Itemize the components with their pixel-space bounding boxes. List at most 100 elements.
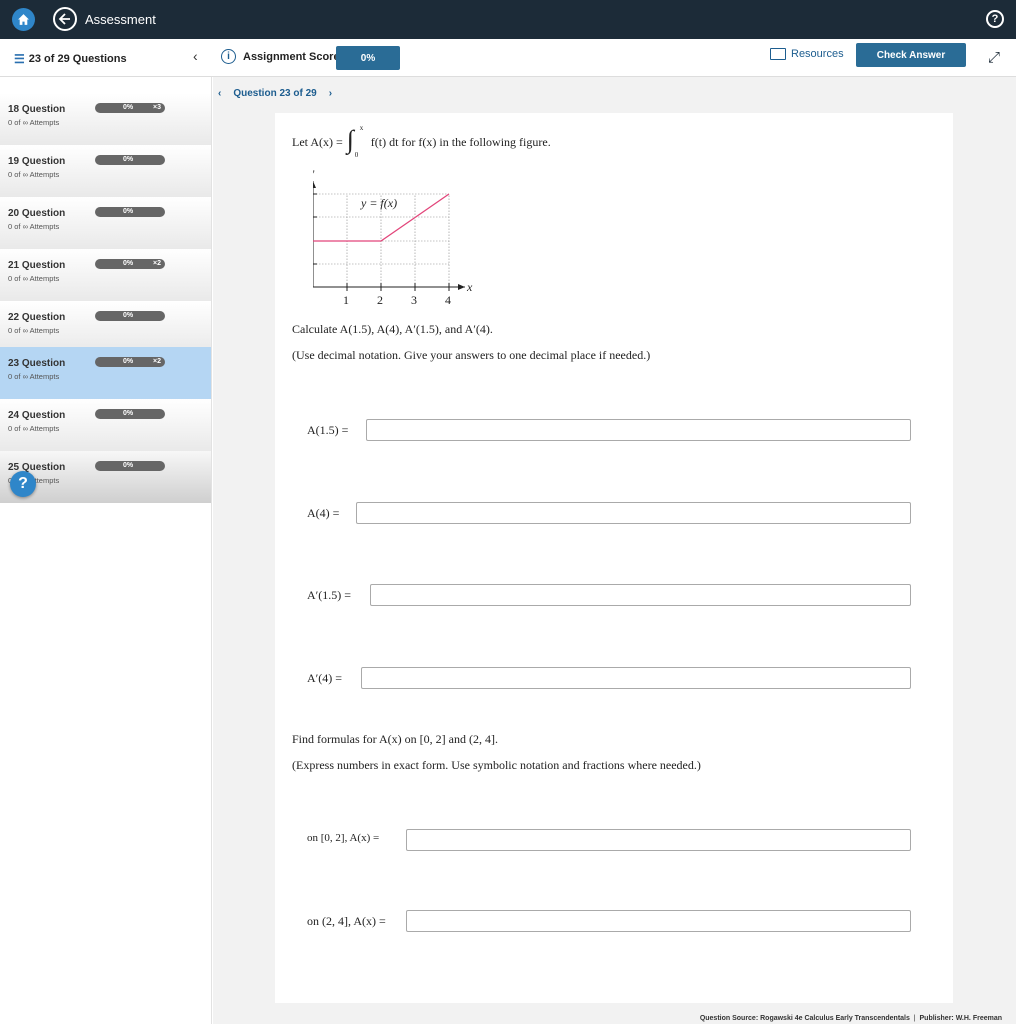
intro-suffix: f(t) dt for f(x) in the following figure…: [370, 134, 551, 149]
progress-percent: 0%: [123, 208, 134, 215]
progress-badge: 0%: [95, 155, 165, 165]
x-tick-label: 3: [411, 293, 417, 307]
home-icon: [18, 14, 29, 25]
formula-input-2-4[interactable]: [406, 910, 911, 932]
function-graph: 1 2 3 4 1 2 3 4 y x y = f(x): [313, 165, 473, 307]
home-button[interactable]: [12, 8, 35, 31]
x-tick-label: 1: [343, 293, 349, 307]
calculate-note: (Use decimal notation. Give your answers…: [292, 348, 651, 362]
question-attempts: 0 of ∞ Attempts: [8, 372, 60, 381]
question-intro: Let A(x) = ∫ x 0 f(t) dt for f(x) in the…: [292, 124, 551, 159]
arrow-left-icon: [58, 13, 70, 25]
question-name: 18 Question: [8, 104, 66, 115]
question-name: 20 Question: [8, 208, 66, 219]
next-question-icon[interactable]: ›: [329, 88, 332, 99]
resources-label: Resources: [791, 48, 844, 60]
question-attempts: 0 of ∞ Attempts: [8, 326, 60, 335]
score-label: Assignment Score:: [243, 51, 344, 63]
multiplier: ×3: [153, 104, 161, 111]
question-attempts: 0 of ∞ Attempts: [8, 274, 60, 283]
question-item-active[interactable]: 23 Question 0 of ∞ Attempts 0% ×2: [0, 347, 211, 399]
assignment-toolbar: ☰ 23 of 29 Questions ‹ i Assignment Scor…: [0, 39, 1016, 77]
integral-upper: x: [359, 124, 364, 132]
calculate-instruction: Calculate A(1.5), A(4), A′(1.5), and A′(…: [292, 322, 493, 336]
source-label: Question Source:: [699, 1015, 759, 1022]
answer-label-aprime1-5: A′(1.5) =: [307, 588, 352, 602]
question-item[interactable]: 24 Question 0 of ∞ Attempts 0%: [0, 399, 211, 451]
resources-button[interactable]: Resources: [770, 48, 844, 60]
progress-percent: 0%: [123, 312, 134, 319]
help-icon[interactable]: ?: [986, 10, 1004, 28]
app-title: Assessment: [85, 12, 156, 27]
y-axis-label: y: [313, 165, 315, 179]
x-axis-arrow: [458, 284, 465, 290]
folder-icon: [770, 48, 786, 60]
question-count: 23 of 29 Questions: [28, 53, 127, 65]
question-navigator: ‹ Question 23 of 29 ›: [218, 88, 332, 99]
progress-badge: 0% ×2: [95, 259, 165, 269]
progress-percent: 0%: [123, 156, 134, 163]
question-item[interactable]: 19 Question 0 of ∞ Attempts 0%: [0, 145, 211, 197]
answer-input-a1-5[interactable]: [366, 419, 911, 441]
help-button[interactable]: ?: [10, 471, 36, 497]
question-sidebar: 18 Question 0 of ∞ Attempts 0% ×3 19 Ques…: [0, 77, 212, 1024]
progress-percent: 0%: [123, 104, 134, 111]
question-name: 22 Question: [8, 312, 66, 323]
previous-question-icon[interactable]: ‹: [218, 88, 221, 99]
progress-percent: 0%: [123, 358, 134, 365]
answer-label-aprime4: A′(4) =: [307, 671, 343, 685]
progress-percent: 0%: [123, 260, 134, 267]
answer-input-a4[interactable]: [356, 502, 911, 524]
curve-label: y = f(x): [360, 196, 397, 210]
progress-percent: 0%: [123, 462, 134, 469]
integral-symbol: ∫ x 0: [346, 124, 364, 159]
list-icon: ☰: [14, 52, 25, 66]
question-item[interactable]: 21 Question 0 of ∞ Attempts 0% ×2: [0, 249, 211, 301]
collapse-sidebar-icon[interactable]: ‹: [193, 48, 198, 64]
expand-icon[interactable]: ⤢: [988, 49, 1000, 66]
question-attempts: 0 of ∞ Attempts: [8, 424, 60, 433]
multiplier: ×2: [153, 260, 161, 267]
integral-lower: 0: [354, 151, 359, 159]
question-name: 21 Question: [8, 260, 66, 271]
question-item[interactable]: 20 Question 0 of ∞ Attempts 0%: [0, 197, 211, 249]
info-icon[interactable]: i: [221, 49, 236, 64]
question-nav-label: Question 23 of 29: [233, 88, 317, 99]
check-answer-button[interactable]: Check Answer: [856, 43, 966, 67]
question-attempts: 0 of ∞ Attempts: [8, 222, 60, 231]
question-card: Let A(x) = ∫ x 0 f(t) dt for f(x) in the…: [275, 113, 953, 1003]
publisher-label: Publisher:: [919, 1015, 954, 1022]
source-value: Rogawski 4e Calculus Early Transcendenta…: [760, 1015, 910, 1022]
top-bar: Assessment ?: [0, 0, 1016, 39]
answer-label-a1-5: A(1.5) =: [307, 423, 349, 437]
answer-label-a4: A(4) =: [307, 506, 340, 520]
progress-badge: 0% ×2: [95, 357, 165, 367]
question-list-toggle[interactable]: ☰ 23 of 29 Questions: [14, 52, 127, 66]
question-item[interactable]: 22 Question 0 of ∞ Attempts 0%: [0, 301, 211, 353]
progress-badge: 0%: [95, 207, 165, 217]
formula-note: (Express numbers in exact form. Use symb…: [292, 758, 701, 772]
intro-prefix: Let A(x) =: [292, 134, 343, 149]
x-tick-label: 2: [377, 293, 383, 307]
x-tick-label: 4: [445, 293, 451, 307]
progress-badge: 0%: [95, 461, 165, 471]
score-value: 0%: [336, 46, 400, 70]
progress-badge: 0%: [95, 311, 165, 321]
progress-badge: 0% ×3: [95, 103, 165, 113]
question-name: 23 Question: [8, 358, 66, 369]
back-button[interactable]: [53, 7, 77, 31]
publisher-value: W.H. Freeman: [955, 1015, 1002, 1022]
formula-label-2-4: on (2, 4], A(x) =: [307, 914, 386, 928]
progress-badge: 0%: [95, 409, 165, 419]
question-name: 19 Question: [8, 156, 66, 167]
question-attempts: 0 of ∞ Attempts: [8, 118, 60, 127]
answer-input-aprime4[interactable]: [361, 667, 911, 689]
formula-instruction: Find formulas for A(x) on [0, 2] and (2,…: [292, 732, 498, 746]
formula-label-0-2: on [0, 2], A(x) =: [307, 832, 380, 844]
question-attempts: 0 of ∞ Attempts: [8, 170, 60, 179]
question-source: Question Source: Rogawski 4e Calculus Ea…: [699, 1015, 1002, 1022]
x-axis-label: x: [466, 280, 473, 294]
question-item[interactable]: 18 Question 0 of ∞ Attempts 0% ×3: [0, 93, 211, 145]
formula-input-0-2[interactable]: [406, 829, 911, 851]
answer-input-aprime1-5[interactable]: [370, 584, 911, 606]
